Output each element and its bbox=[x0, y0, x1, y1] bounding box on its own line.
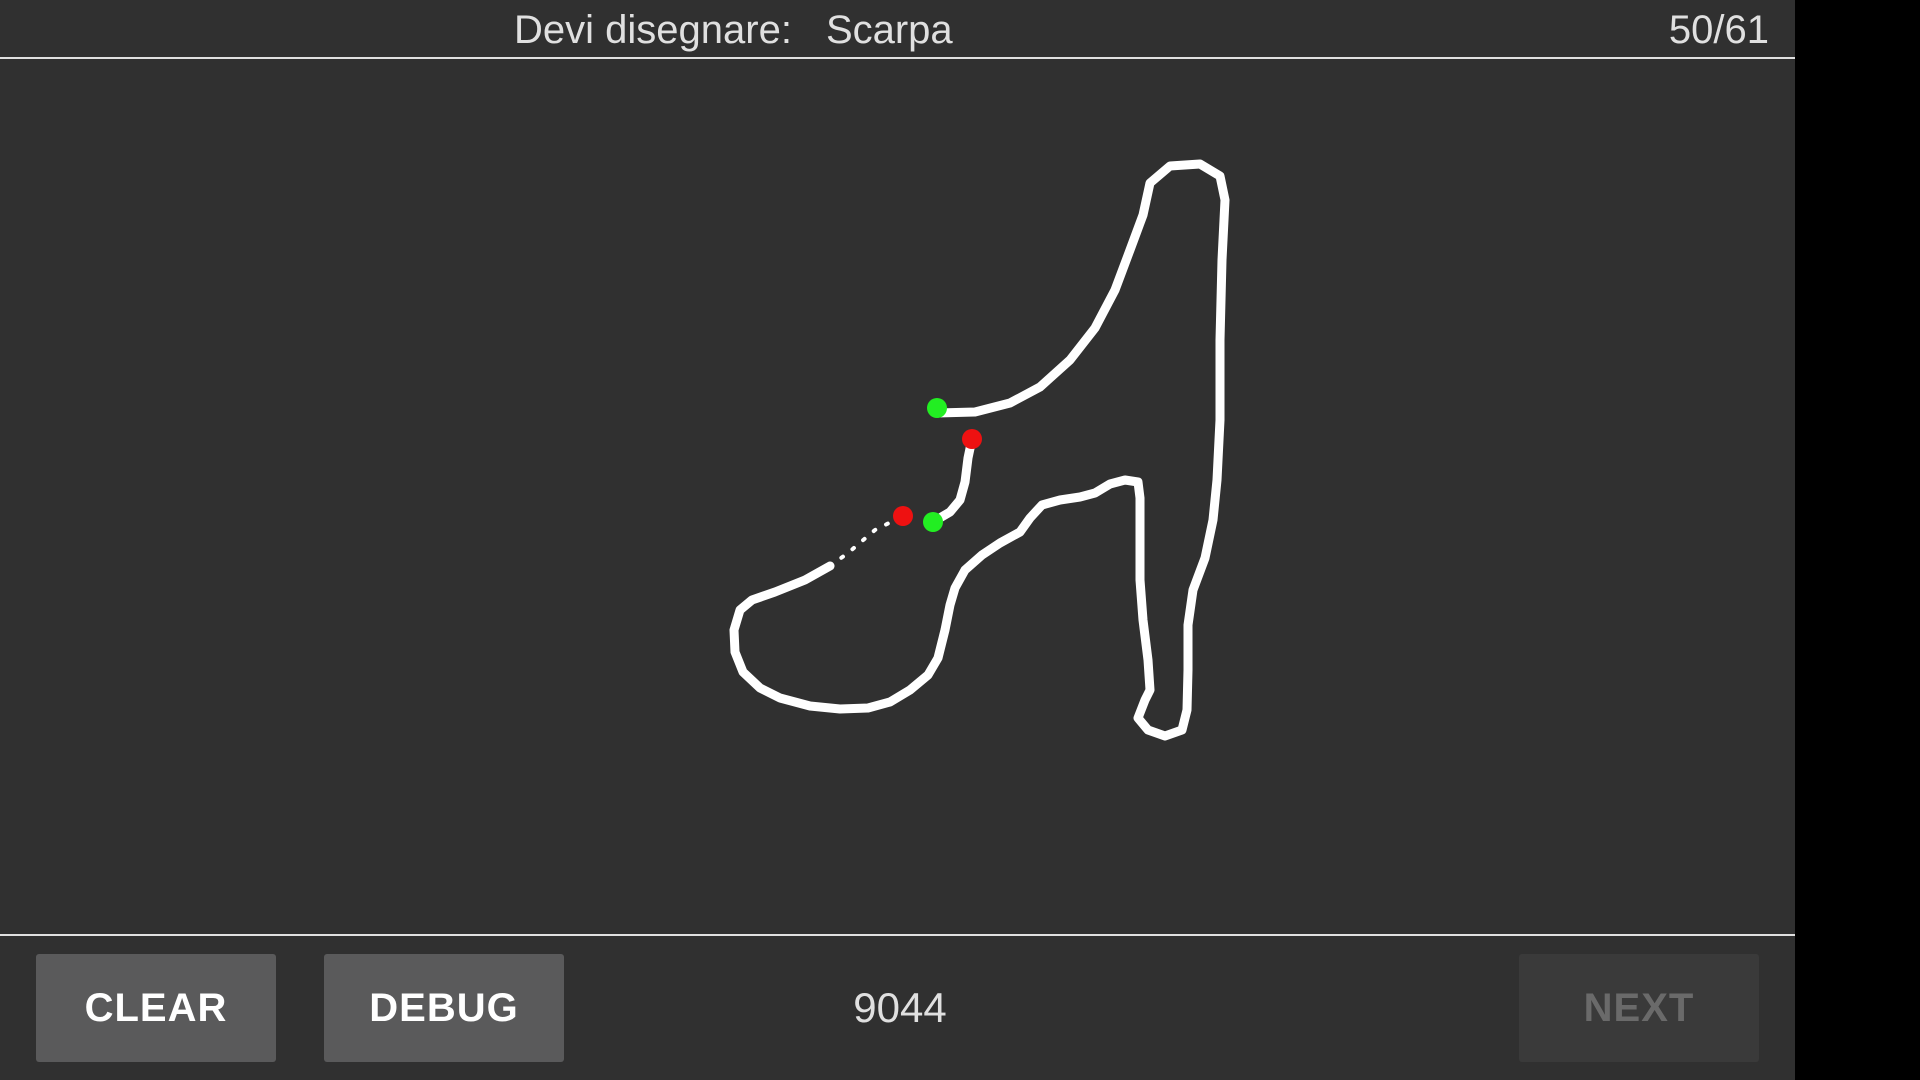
stroke-start-marker bbox=[923, 512, 943, 532]
debug-button[interactable]: DEBUG bbox=[324, 954, 564, 1062]
stroke-end-marker bbox=[893, 506, 913, 526]
drawing-canvas[interactable] bbox=[0, 59, 1795, 934]
footer-divider bbox=[0, 934, 1795, 936]
sketch-stroke bbox=[928, 434, 977, 527]
sketch-stroke bbox=[828, 514, 905, 568]
score-value: 9044 bbox=[853, 984, 947, 1031]
clear-button[interactable]: CLEAR bbox=[36, 954, 276, 1062]
progress-counter: 50/61 bbox=[1668, 8, 1769, 52]
drawing-svg bbox=[729, 159, 1230, 741]
header-bar: Devi disegnare: Scarpa 50/61 bbox=[0, 0, 1795, 59]
prompt: Devi disegnare: Scarpa bbox=[514, 6, 953, 54]
app-window: Devi disegnare: Scarpa 50/61 CLEAR DEBUG … bbox=[0, 0, 1795, 1080]
stroke-start-marker bbox=[927, 398, 947, 418]
prompt-label: Devi disegnare: bbox=[514, 8, 792, 52]
sketch-stroke bbox=[729, 159, 1230, 741]
target-word: Scarpa bbox=[825, 8, 953, 52]
stroke-end-marker bbox=[962, 429, 982, 449]
next-button[interactable]: NEXT bbox=[1519, 954, 1759, 1062]
